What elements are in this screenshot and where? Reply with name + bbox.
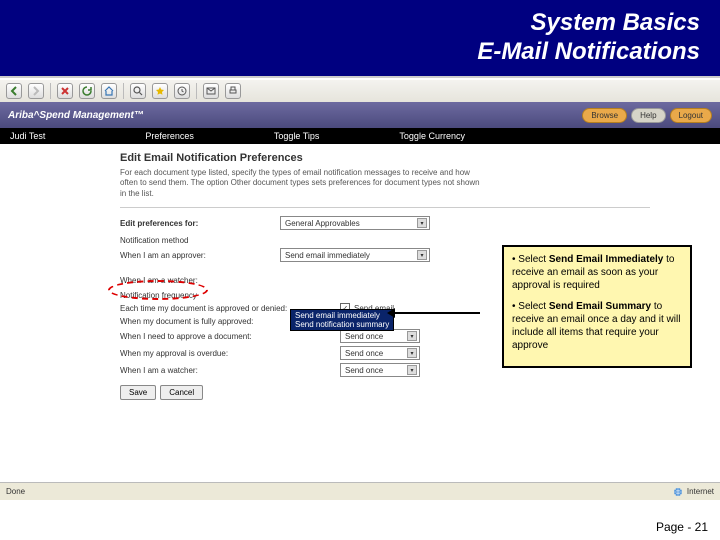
intro-text: For each document type listed, specify t… [120, 168, 480, 199]
panel-title: Edit Email Notification Preferences [120, 152, 720, 164]
freq-r5-label: When I am a watcher: [120, 366, 340, 375]
browse-button[interactable]: Browse [582, 108, 627, 123]
refresh-button[interactable] [79, 83, 95, 99]
title-line-2: E-Mail Notifications [477, 38, 700, 65]
edit-preferences-row: Edit preferences for: General Approvable… [120, 216, 720, 230]
approver-dropdown[interactable]: Send email immediately ▾ [280, 248, 430, 262]
status-internet: Internet [687, 487, 714, 496]
brand-label: Ariba^Spend Management™ [8, 110, 144, 121]
forward-button[interactable] [28, 83, 44, 99]
toolbar-separator [123, 83, 124, 99]
chevron-down-icon: ▾ [417, 218, 427, 228]
page-footer: Page - 21 [656, 520, 708, 534]
freq-r4-value: Send once [345, 349, 383, 358]
edit-for-value: General Approvables [285, 219, 360, 228]
freq-r3-dropdown[interactable]: Send once ▾ [340, 329, 420, 343]
divider [120, 207, 650, 208]
approver-value: Send email immediately [285, 251, 370, 260]
nav-toggle-tips[interactable]: Toggle Tips [234, 131, 360, 141]
nav-toggle-currency[interactable]: Toggle Currency [359, 131, 505, 141]
logout-button[interactable]: Logout [670, 108, 712, 123]
print-button[interactable] [225, 83, 241, 99]
hint-arrow [390, 312, 480, 314]
status-bar: Done Internet [0, 482, 720, 500]
browser-toolbar [0, 80, 720, 102]
freq-r4-label: When my approval is overdue: [120, 349, 340, 358]
chevron-down-icon: ▾ [407, 331, 417, 341]
edit-for-label: Edit preferences for: [120, 219, 280, 228]
dropdown-option-2[interactable]: Send notification summary [295, 320, 389, 329]
title-line-1: System Basics [531, 9, 700, 36]
dropdown-option-1[interactable]: Send email immediately [295, 311, 389, 320]
freq-r4-dropdown[interactable]: Send once ▾ [340, 346, 420, 360]
stop-button[interactable] [57, 83, 73, 99]
nav-user: Judi Test [0, 131, 105, 141]
chevron-down-icon: ▾ [417, 250, 427, 260]
method-label: Notification method [120, 236, 720, 245]
watcher-method-label: When I am a watcher: [120, 276, 280, 285]
chevron-down-icon: ▾ [407, 365, 417, 375]
freq-r5-dropdown[interactable]: Send once ▾ [340, 363, 420, 377]
edit-for-dropdown[interactable]: General Approvables ▾ [280, 216, 430, 230]
status-done: Done [6, 487, 25, 496]
toolbar-separator [196, 83, 197, 99]
freq-r3-label: When I need to approve a document: [120, 332, 340, 341]
mail-button[interactable] [203, 83, 219, 99]
slide-title: System Basics E-Mail Notifications [477, 9, 700, 67]
nav-bar: Judi Test Preferences Toggle Tips Toggle… [0, 128, 720, 144]
status-right: Internet [673, 487, 714, 497]
chevron-down-icon: ▾ [407, 348, 417, 358]
save-button[interactable]: Save [120, 385, 156, 400]
hint-bullet-1: • Select Send Email Immediately to recei… [512, 253, 682, 292]
favorites-button[interactable] [152, 83, 168, 99]
freq-r5-value: Send once [345, 366, 383, 375]
toolbar-separator [50, 83, 51, 99]
slide-header: System Basics E-Mail Notifications [0, 0, 720, 78]
back-button[interactable] [6, 83, 22, 99]
dropdown-popup[interactable]: Send email immediately Send notification… [290, 309, 394, 331]
freq-r3-value: Send once [345, 332, 383, 341]
ariba-banner: Ariba^Spend Management™ Browse Help Logo… [0, 102, 720, 128]
home-button[interactable] [101, 83, 117, 99]
banner-buttons: Browse Help Logout [582, 108, 712, 123]
search-button[interactable] [130, 83, 146, 99]
nav-preferences[interactable]: Preferences [105, 131, 234, 141]
help-button[interactable]: Help [631, 108, 665, 123]
history-button[interactable] [174, 83, 190, 99]
hint-box: • Select Send Email Immediately to recei… [502, 245, 692, 368]
screenshot-area: _ □ × Ariba^Spend Management™ Browse Hel… [0, 80, 720, 500]
globe-icon [673, 487, 683, 497]
cancel-button[interactable]: Cancel [160, 385, 203, 400]
form-buttons: Save Cancel [120, 385, 720, 400]
hint-bullet-2: • Select Send Email Summary to receive a… [512, 300, 682, 352]
approver-label: When I am an approver: [120, 251, 280, 260]
